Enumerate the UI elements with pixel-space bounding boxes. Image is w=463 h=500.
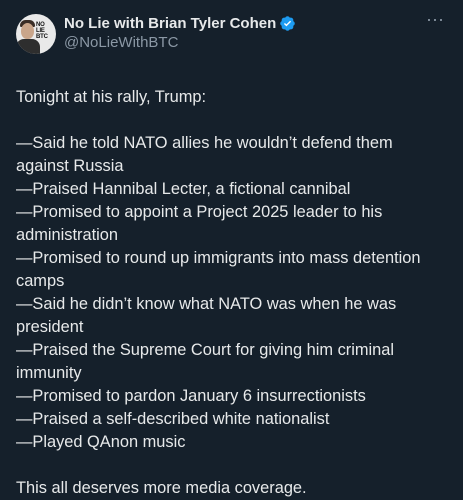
tweet-list-item: —Praised the Supreme Court for giving hi… — [16, 341, 399, 382]
avatar[interactable]: NO LIE BTC — [16, 14, 56, 54]
tweet-header: NO LIE BTC No Lie with Brian Tyler Cohen… — [16, 10, 447, 60]
tweet-list-item: —Promised to appoint a Project 2025 lead… — [16, 203, 387, 244]
tweet-card: NO LIE BTC No Lie with Brian Tyler Cohen… — [0, 0, 463, 500]
tweet-list-item: —Promised to round up immigrants into ma… — [16, 249, 426, 290]
verified-badge-icon[interactable] — [279, 15, 296, 32]
more-options-icon[interactable]: ··· — [423, 10, 447, 34]
author-block: No Lie with Brian Tyler Cohen @NoLieWith… — [64, 14, 296, 52]
tweet-list-item: —Said he didn’t know what NATO was when … — [16, 295, 401, 336]
author-handle[interactable]: @NoLieWithBTC — [64, 33, 296, 52]
author-name-row: No Lie with Brian Tyler Cohen — [64, 14, 296, 33]
tweet-list-item: —Praised Hannibal Lecter, a fictional ca… — [16, 180, 351, 198]
avatar-body — [16, 39, 40, 54]
tweet-list-item: —Said he told NATO allies he wouldn’t de… — [16, 134, 398, 175]
tweet-list-item: —Played QAnon music — [16, 433, 186, 451]
avatar-face — [21, 23, 34, 39]
avatar-logo: NO LIE BTC — [36, 22, 48, 40]
tweet-list-item: —Praised a self-described white national… — [16, 410, 330, 428]
tweet-intro: Tonight at his rally, Trump: — [16, 88, 207, 106]
author-display-name[interactable]: No Lie with Brian Tyler Cohen — [64, 14, 276, 33]
tweet-list-item: —Promised to pardon January 6 insurrecti… — [16, 387, 366, 405]
tweet-text: Tonight at his rally, Trump: —Said he to… — [16, 86, 447, 500]
tweet-closing: This all deserves more media coverage. — [16, 479, 307, 497]
